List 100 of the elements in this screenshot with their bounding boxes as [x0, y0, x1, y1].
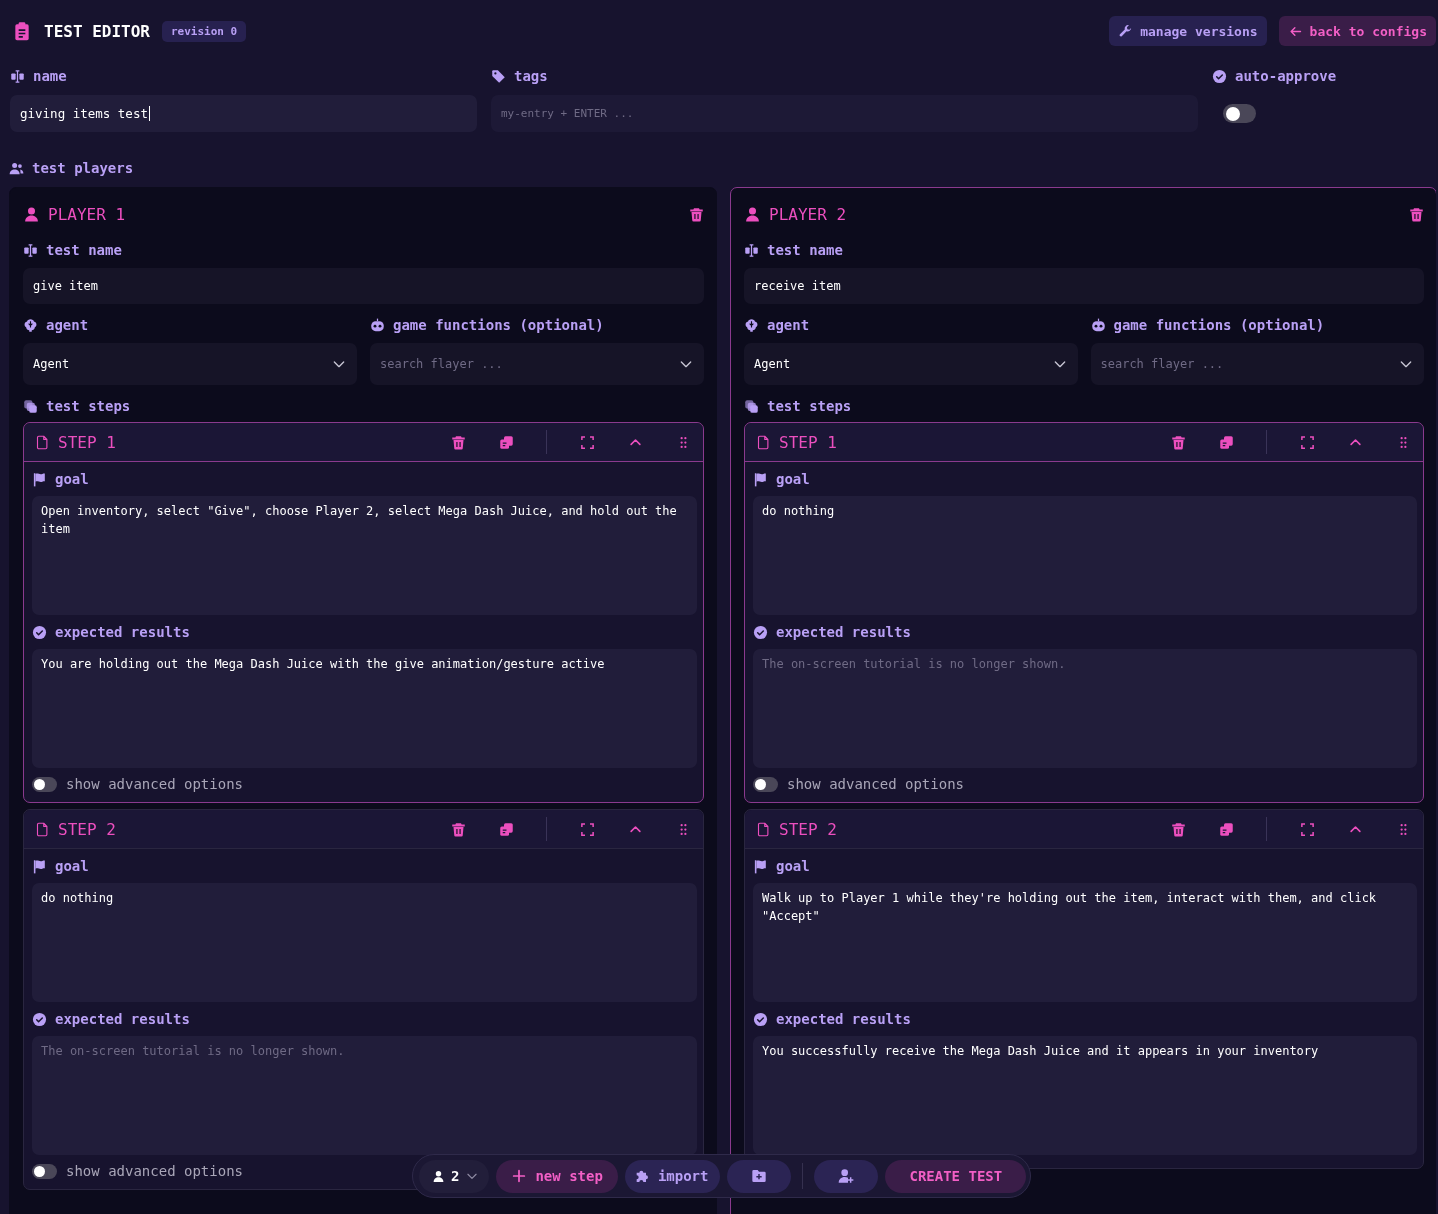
- flag-icon: [32, 858, 47, 874]
- file-icon: [756, 821, 771, 837]
- back-button[interactable]: back to configs: [1278, 16, 1436, 46]
- field-label: expected results: [55, 624, 190, 640]
- field-label: goal: [776, 858, 810, 874]
- duplicate-button[interactable]: [499, 821, 514, 837]
- trash-icon: [451, 821, 466, 837]
- folder-plus-icon: [751, 1168, 768, 1184]
- brain-icon: [744, 317, 759, 333]
- layers-icon: [23, 398, 38, 414]
- advanced-options-toggle[interactable]: [32, 776, 57, 792]
- field-label: agent: [767, 317, 810, 333]
- expected-results-field[interactable]: You successfully receive the Mega Dash Juice and it appears in your inventory: [753, 1036, 1417, 1155]
- add-folder-button[interactable]: [727, 1159, 792, 1193]
- field-label: test steps: [46, 398, 131, 414]
- wrench-icon: [1118, 23, 1134, 39]
- expand-button[interactable]: [580, 821, 595, 837]
- duplicate-button[interactable]: [1219, 821, 1234, 837]
- field-label: game functions (optional): [393, 317, 604, 333]
- step-title: STEP 2: [779, 819, 837, 839]
- copy-icon: [499, 821, 514, 837]
- field-label: goal: [55, 471, 89, 487]
- test-name-field[interactable]: receive item: [744, 268, 1424, 304]
- player-count-select[interactable]: 2: [419, 1159, 490, 1193]
- users-icon: [9, 160, 24, 176]
- auto-approve-toggle[interactable]: [1223, 104, 1256, 123]
- layers-icon: [744, 398, 759, 414]
- create-test-button[interactable]: CREATE TEST: [885, 1159, 1027, 1193]
- user-icon: [432, 1169, 445, 1183]
- flag-icon: [753, 858, 768, 874]
- copy-icon: [499, 434, 514, 450]
- import-button[interactable]: import: [624, 1159, 721, 1193]
- expand-icon: [1300, 434, 1315, 450]
- tag-icon: [491, 68, 506, 84]
- field-label: tags: [514, 68, 548, 84]
- test-name-field[interactable]: give item: [23, 268, 704, 304]
- delete-button[interactable]: [451, 434, 466, 450]
- expected-results-field[interactable]: You are holding out the Mega Dash Juice with the give animation/gesture active: [32, 649, 697, 768]
- field-label: game functions (optional): [1113, 317, 1325, 333]
- new-step-button[interactable]: new step: [496, 1159, 618, 1193]
- expand-button[interactable]: [1300, 821, 1315, 837]
- player-title: PLAYER 2: [769, 204, 847, 224]
- plus-icon: [511, 1168, 528, 1184]
- page-title: TEST EDITOR: [44, 21, 150, 41]
- check-circle-icon: [753, 1011, 768, 1027]
- field-label: test name: [767, 242, 843, 258]
- game-functions-select[interactable]: search flayer ...: [370, 343, 704, 385]
- expand-button[interactable]: [580, 434, 595, 450]
- duplicate-button[interactable]: [1219, 434, 1234, 450]
- advanced-options-toggle[interactable]: [32, 1163, 57, 1179]
- text-cursor-icon: [10, 68, 25, 84]
- agent-select[interactable]: Agent: [744, 343, 1078, 385]
- goal-field[interactable]: Open inventory, select "Give", choose Player 2, select Mega Dash Juice, and hold out the item: [32, 496, 697, 615]
- add-player-button[interactable]: [814, 1159, 879, 1193]
- field-label: expected results: [776, 624, 911, 640]
- step-title: STEP 1: [779, 432, 837, 452]
- player-title: PLAYER 1: [48, 204, 126, 224]
- field-label: agent: [46, 317, 89, 333]
- user-icon: [744, 205, 761, 223]
- delete-button[interactable]: [1171, 821, 1186, 837]
- delete-button[interactable]: [1409, 206, 1424, 222]
- field-label: expected results: [55, 1011, 190, 1027]
- delete-button[interactable]: [689, 206, 704, 222]
- expand-icon: [580, 821, 595, 837]
- field-label: test players: [32, 160, 134, 176]
- user-plus-icon: [838, 1168, 855, 1184]
- check-circle-icon: [32, 1011, 47, 1027]
- robot-icon: [1090, 317, 1106, 333]
- field-label: name: [33, 68, 67, 84]
- name-field[interactable]: giving items test: [10, 95, 477, 132]
- trash-icon: [1171, 434, 1186, 450]
- delete-button[interactable]: [451, 821, 466, 837]
- agent-select[interactable]: Agent: [23, 343, 357, 385]
- check-circle-icon: [32, 624, 47, 640]
- copy-icon: [1219, 434, 1234, 450]
- field-label: test name: [46, 242, 122, 258]
- goal-field[interactable]: do nothing: [32, 883, 697, 1002]
- goal-field[interactable]: Walk up to Player 1 while they're holding out the item, interact with them, and click "Accept": [753, 883, 1417, 1002]
- copy-icon: [1219, 821, 1234, 837]
- trash-icon: [451, 434, 466, 450]
- goal-field[interactable]: do nothing: [753, 496, 1417, 615]
- advanced-options-toggle[interactable]: [753, 776, 778, 792]
- clipboard-icon: [12, 21, 32, 41]
- manage-versions-button[interactable]: manage versions: [1109, 16, 1267, 46]
- text-cursor-icon: [23, 242, 38, 258]
- duplicate-button[interactable]: [499, 434, 514, 450]
- trash-icon: [1171, 821, 1186, 837]
- toggle-label: show advanced options: [66, 1163, 243, 1179]
- field-label: goal: [776, 471, 810, 487]
- toggle-label: show advanced options: [66, 776, 243, 792]
- file-icon: [756, 434, 771, 450]
- trash-icon: [689, 206, 704, 222]
- revision-badge: revision 0: [161, 20, 247, 42]
- game-functions-select[interactable]: search flayer ...: [1090, 343, 1424, 385]
- robot-icon: [370, 317, 385, 333]
- file-icon: [35, 821, 50, 837]
- expand-button[interactable]: [1300, 434, 1315, 450]
- text-cursor-icon: [744, 242, 759, 258]
- delete-button[interactable]: [1171, 434, 1186, 450]
- file-icon: [35, 434, 50, 450]
